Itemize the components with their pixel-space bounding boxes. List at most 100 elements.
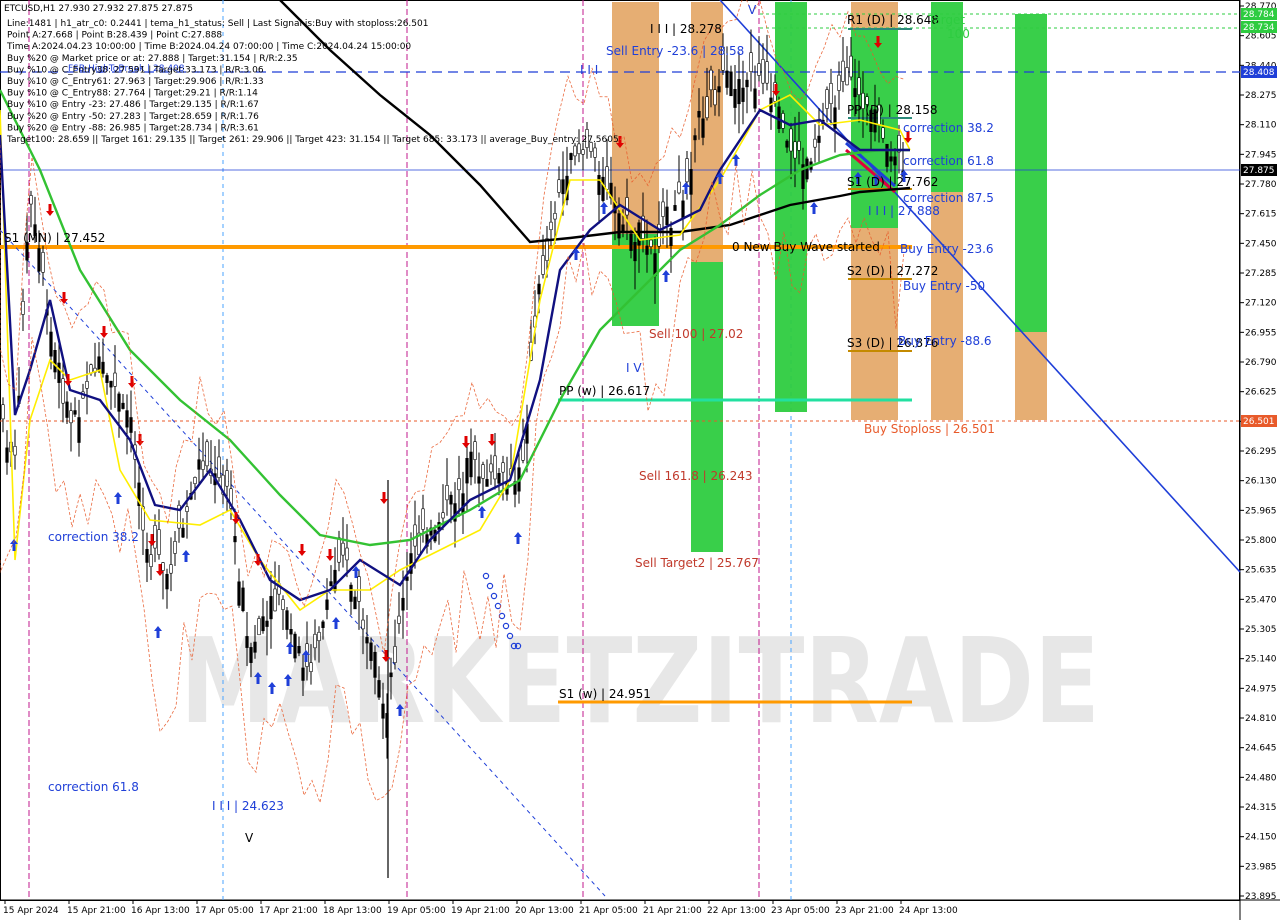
candle-body: [281, 599, 285, 610]
ann-iii-top: I I I: [580, 63, 598, 77]
time-tick-label: 20 Apr 13:00: [515, 906, 574, 916]
price-tick-label: 25.305: [1245, 625, 1277, 635]
candle-body: [617, 213, 621, 239]
zone-rect: [691, 262, 723, 552]
ma-green-line: [0, 89, 910, 547]
time-tick-label: 17 Apr 21:00: [259, 906, 318, 916]
sell-arrow: [326, 549, 334, 561]
price-tick-label: 28.605: [1245, 32, 1277, 42]
candle-body: [37, 248, 41, 272]
price-tick-label: 24.315: [1245, 803, 1277, 813]
candle-body: [625, 197, 629, 216]
chart-canvas[interactable]: MARKETZITRADE ETCUSD,H1 27.930 27.932 27…: [0, 0, 1280, 920]
candle-body: [161, 562, 165, 571]
candle-body: [829, 83, 833, 104]
ann-v-bottom: V: [245, 831, 254, 845]
ann-corr-875: correction 87.5: [903, 191, 994, 205]
candle-body: [845, 67, 849, 86]
candle-body: [253, 641, 257, 653]
candle-body: [249, 647, 253, 663]
candle-body: [825, 89, 829, 109]
ann-r1: R1 (D) | 28.648: [847, 13, 939, 27]
time-axis[interactable]: 15 Apr 2024 15 Apr 21:00 16 Apr 13:00 17 Ap…: [3, 900, 958, 916]
candle-body: [401, 597, 405, 611]
candle-body: [485, 479, 489, 487]
candle-body: [325, 599, 329, 610]
candle-body: [29, 195, 33, 205]
trading-chart[interactable]: MARKETZITRADE ETCUSD,H1 27.930 27.932 27…: [0, 0, 1280, 920]
signal-dot: [490, 592, 498, 600]
candle-body: [245, 636, 249, 648]
candle-body: [109, 380, 113, 388]
ann-corr-382-right: correction 38.2: [903, 121, 994, 135]
candle-body: [541, 255, 545, 275]
sell-arrow: [298, 544, 306, 556]
zone-rect: [851, 228, 898, 420]
buy-arrow: [478, 506, 486, 518]
sell-arrow: [136, 434, 144, 446]
ann-s1-w: S1 (w) | 24.951: [559, 687, 651, 701]
candle-body: [257, 618, 261, 636]
info-line: Buy %10 @ C_Entry38: 27.591 | Target:33.…: [7, 65, 264, 75]
candle-body: [341, 542, 345, 556]
candle-body: [885, 143, 889, 167]
price-tick-label: 25.965: [1245, 506, 1277, 516]
candle-body: [393, 646, 397, 663]
ann-buy-stoploss: Buy Stoploss | 26.501: [864, 422, 995, 436]
candle-body: [733, 88, 737, 108]
price-tick-label: 27.120: [1245, 299, 1277, 309]
price-tick-label: 27.945: [1245, 150, 1277, 160]
candle-body: [477, 476, 481, 484]
candle-body: [489, 463, 493, 473]
candle-body: [621, 224, 625, 232]
candle-body: [577, 143, 581, 155]
candle-body: [369, 642, 373, 661]
candle-body: [225, 470, 229, 487]
price-axis[interactable]: 28.77028.60528.44028.27528.11027.94527.7…: [1240, 2, 1277, 902]
info-header: ETCUSD,H1 27.930 27.932 27.875 27.875 FS…: [4, 4, 619, 145]
time-tick-label: 18 Apr 13:00: [323, 906, 382, 916]
candle-body: [473, 441, 477, 460]
info-line: Target100: 28.659 || Target 161: 29.135 …: [6, 135, 619, 145]
candle-body: [493, 455, 497, 480]
candle-body: [457, 478, 461, 491]
candle-body: [265, 620, 269, 627]
ann-v-top: V: [748, 3, 757, 17]
candle-body: [57, 362, 61, 383]
candle-body: [185, 506, 189, 512]
candle-body: [649, 239, 653, 247]
candle-body: [157, 529, 161, 555]
candle-body: [77, 417, 81, 443]
candle-body: [353, 596, 357, 610]
candle-body: [853, 88, 857, 98]
candle-body: [269, 596, 273, 620]
candle-body: [549, 221, 553, 231]
price-tick-label: 26.130: [1245, 477, 1277, 487]
price-tick-label: 27.615: [1245, 210, 1277, 220]
candle-body: [357, 576, 361, 602]
price-tag-label: 28.408: [1243, 68, 1275, 78]
zone-rect: [691, 2, 723, 262]
candle-body: [13, 446, 17, 456]
candle-body: [193, 477, 197, 485]
info-line: Buy %20 @ Entry -50: 27.283 | Target:28.…: [7, 112, 259, 122]
candle-body: [561, 179, 565, 195]
time-tick-label: 19 Apr 21:00: [451, 906, 510, 916]
candle-body: [749, 52, 753, 72]
candle-body: [129, 417, 133, 433]
candle-body: [53, 350, 57, 373]
signal-dot: [486, 582, 494, 590]
blue-dashed-trend-line: [0, 229, 606, 897]
candle-body: [697, 110, 701, 118]
price-tick-label: 26.295: [1245, 447, 1277, 457]
ann-sell-1618: Sell 161.8 | 26.243: [639, 469, 753, 483]
candle-body: [597, 175, 601, 195]
candle-body: [497, 473, 501, 484]
candle-body: [753, 88, 757, 109]
candle-body: [365, 637, 369, 644]
candle-body: [381, 703, 385, 719]
candle-body: [793, 141, 797, 159]
ann-iii-28278: I I I | 28.278: [650, 22, 722, 36]
candle-body: [593, 147, 597, 158]
candle-body: [65, 401, 69, 418]
